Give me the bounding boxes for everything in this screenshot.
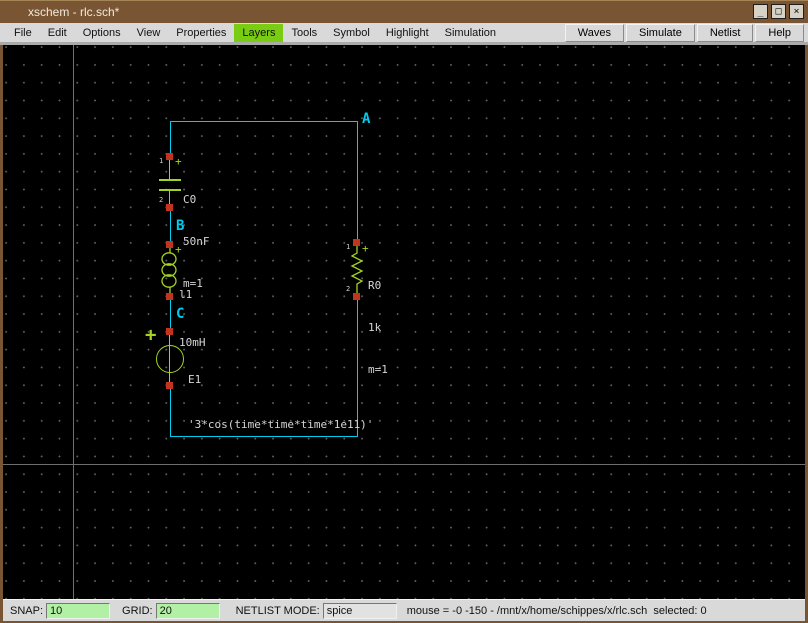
r0-pin-1 (353, 239, 360, 246)
menu-edit[interactable]: Edit (40, 24, 75, 42)
menu-layers[interactable]: Layers (234, 23, 284, 42)
grid-input[interactable] (155, 602, 220, 619)
xschem-window: xschem - rlc.sch* _ □ × File Edit Option… (0, 0, 808, 623)
e1-name: E1 (188, 373, 202, 386)
r0-zigzag (350, 246, 364, 293)
close-button[interactable]: × (789, 4, 804, 19)
menubar: File Edit Options View Properties Layers… (0, 23, 808, 45)
c0-lead-bottom (169, 191, 170, 204)
netlist-mode-label: NETLIST MODE: (235, 604, 320, 617)
snap-label: SNAP: (10, 604, 44, 617)
mouse-status-text: mouse = -0 -150 - /mnt/x/home/schippes/x… (406, 604, 707, 617)
wire-top[interactable] (170, 121, 358, 122)
menu-properties[interactable]: Properties (168, 24, 234, 42)
r0-pin1-number: 1 (346, 243, 351, 251)
c0-pin-1 (166, 153, 173, 160)
menu-view[interactable]: View (129, 24, 169, 42)
c0-lead-top (169, 160, 170, 179)
menu-symbol[interactable]: Symbol (325, 24, 378, 42)
c0-value: 50nF (183, 235, 210, 248)
l1-name: l1 (179, 288, 193, 301)
e1-value: '3*cos(time*time*time*1e11)' (188, 418, 374, 431)
grid-label: GRID: (122, 604, 153, 617)
help-button[interactable]: Help (755, 23, 804, 42)
e1-pin-1 (166, 328, 173, 335)
origin-axis-vertical (73, 45, 74, 599)
c0-name: C0 (183, 193, 197, 206)
origin-axis-horizontal (3, 464, 805, 465)
simulate-button[interactable]: Simulate (626, 23, 695, 42)
netlist-button[interactable]: Netlist (696, 23, 754, 42)
c0-plate-bottom (159, 189, 181, 191)
menu-simulation[interactable]: Simulation (437, 24, 504, 42)
l1-pin-2 (166, 293, 173, 300)
net-label-a[interactable]: A (362, 111, 370, 127)
maximize-button[interactable]: □ (771, 4, 786, 19)
statusbar: SNAP: GRID: NETLIST MODE: mouse = -0 -15… (3, 599, 805, 621)
menu-highlight[interactable]: Highlight (378, 24, 437, 42)
e1-plus-mark: + (145, 324, 157, 346)
c0-plus-mark: + (175, 155, 182, 168)
c0-pin-2 (166, 204, 173, 211)
snap-input[interactable] (46, 602, 111, 619)
window-title: xschem - rlc.sch* (28, 5, 120, 19)
l1-pin-1 (166, 241, 173, 248)
wire-left-3[interactable] (170, 300, 171, 328)
r0-value: 1k (368, 321, 382, 334)
r0-name: R0 (368, 279, 382, 292)
menu-options[interactable]: Options (75, 24, 129, 42)
wire-left-1[interactable] (170, 121, 171, 153)
menu-tools[interactable]: Tools (283, 24, 325, 42)
r0-pin-2 (353, 293, 360, 300)
minimize-button[interactable]: _ (753, 4, 768, 19)
window-controls: _ □ × (753, 4, 804, 19)
menu-file[interactable]: File (6, 24, 40, 42)
c0-plate-top (159, 179, 181, 181)
wire-left-4[interactable] (170, 389, 171, 436)
c0-pin2-number: 2 (159, 196, 164, 204)
netlist-mode-input[interactable] (322, 602, 397, 619)
r0-mult: m=1 (368, 363, 388, 376)
e1-circle (156, 345, 184, 373)
r0-pin2-number: 2 (346, 285, 351, 293)
c0-pin1-number: 1 (159, 157, 164, 165)
wire-left-2[interactable] (170, 211, 171, 241)
wire-right-1[interactable] (357, 121, 358, 239)
schematic-canvas[interactable]: A B C 1 + 2 C0 50nF m=1 + l1 10mH + E1 '… (3, 45, 805, 599)
l1-coil (161, 248, 177, 293)
waves-button[interactable]: Waves (564, 23, 625, 42)
e1-pin-2 (166, 382, 173, 389)
titlebar[interactable]: xschem - rlc.sch* _ □ × (0, 1, 808, 23)
